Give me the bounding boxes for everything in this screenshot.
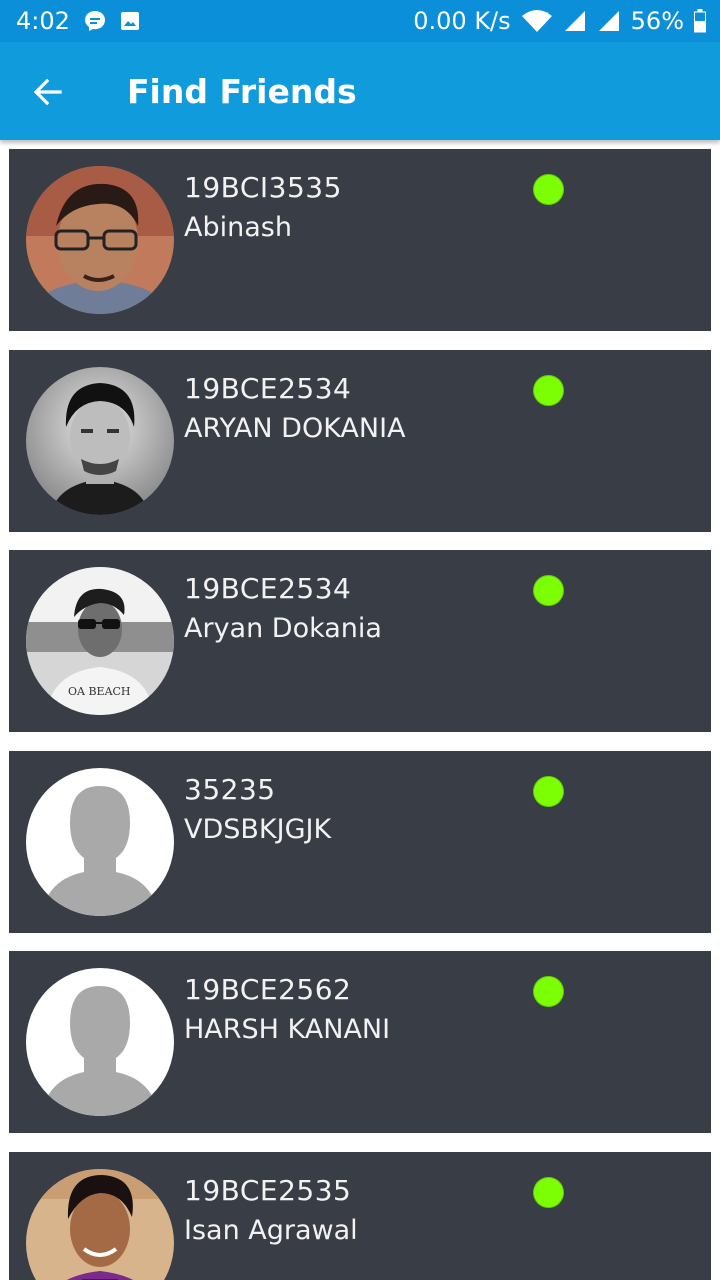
avatar xyxy=(26,768,174,916)
user-name: ARYAN DOKANIA xyxy=(184,413,406,444)
list-item[interactable]: 19BCE2562 HARSH KANANI xyxy=(9,951,711,1133)
user-id: 35235 xyxy=(184,773,276,806)
net-speed: 0.00 K/s xyxy=(413,7,511,35)
avatar xyxy=(26,367,174,515)
user-name: VDSBKJGJK xyxy=(184,814,332,845)
list-item[interactable]: 19BCE2535 Isan Agrawal xyxy=(9,1152,711,1280)
status-time: 4:02 xyxy=(16,7,70,35)
image-icon xyxy=(120,11,140,31)
user-id: 19BCI3535 xyxy=(184,171,342,204)
signal-icon xyxy=(563,9,587,33)
list-item[interactable]: 19BCI3535 Abinash xyxy=(9,149,711,331)
avatar xyxy=(26,968,174,1116)
user-id: 19BCE2535 xyxy=(184,1174,352,1207)
arrow-left-icon xyxy=(33,78,62,106)
battery-level: 56% xyxy=(630,7,684,35)
user-name: Isan Agrawal xyxy=(184,1215,358,1246)
user-id: 19BCE2562 xyxy=(184,973,352,1006)
online-status-indicator xyxy=(533,575,564,606)
user-name: Aryan Dokania xyxy=(184,613,382,644)
user-name: Abinash xyxy=(184,212,292,243)
list-item[interactable]: 35235 VDSBKJGJK xyxy=(9,751,711,933)
message-icon xyxy=(84,10,106,32)
list-item[interactable]: 19BCE2534 ARYAN DOKANIA xyxy=(9,350,711,532)
avatar xyxy=(26,1169,174,1280)
online-status-indicator xyxy=(533,976,564,1007)
back-button[interactable] xyxy=(22,66,74,118)
avatar xyxy=(26,166,174,314)
user-id: 19BCE2534 xyxy=(184,572,352,605)
list-item[interactable]: OA BEACH 19BCE2534 Aryan Dokania xyxy=(9,550,711,732)
signal-icon-2 xyxy=(597,9,621,33)
online-status-indicator xyxy=(533,1177,564,1208)
app-bar: Find Friends xyxy=(0,42,720,140)
online-status-indicator xyxy=(533,375,564,406)
online-status-indicator xyxy=(533,174,564,205)
status-bar: 4:02 0.00 K/s x 56% xyxy=(0,0,720,42)
svg-text:x: x xyxy=(543,10,549,20)
page-title: Find Friends xyxy=(127,72,357,111)
user-name: HARSH KANANI xyxy=(184,1014,391,1045)
svg-text:OA BEACH: OA BEACH xyxy=(68,685,131,698)
wifi-icon: x xyxy=(521,9,553,33)
online-status-indicator xyxy=(533,776,564,807)
battery-icon xyxy=(694,9,706,33)
avatar: OA BEACH xyxy=(26,567,174,715)
user-id: 19BCE2534 xyxy=(184,372,352,405)
